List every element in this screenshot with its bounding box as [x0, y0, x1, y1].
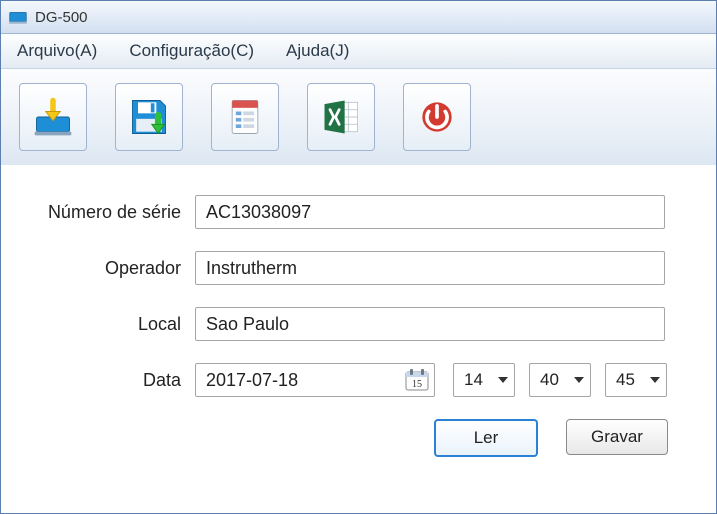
- hour-select[interactable]: 14: [453, 363, 515, 397]
- menu-arquivo[interactable]: Arquivo(A): [13, 39, 101, 63]
- menu-ajuda[interactable]: Ajuda(J): [282, 39, 353, 63]
- toolbar: [1, 69, 716, 165]
- date-input[interactable]: [195, 363, 435, 397]
- power-icon: [415, 95, 459, 139]
- second-select[interactable]: 45: [605, 363, 667, 397]
- write-button-label: Gravar: [591, 427, 643, 447]
- hour-value: 14: [464, 370, 483, 390]
- report-icon: [223, 95, 267, 139]
- chevron-down-icon: [498, 377, 508, 383]
- chevron-down-icon: [574, 377, 584, 383]
- form-area: Número de série Operador Local Data 15: [1, 165, 716, 467]
- download-button[interactable]: [19, 83, 87, 151]
- operator-label: Operador: [11, 258, 195, 279]
- second-value: 45: [616, 370, 635, 390]
- menu-bar: Arquivo(A) Configuração(C) Ajuda(J): [1, 34, 716, 69]
- operator-input[interactable]: [195, 251, 665, 285]
- row-date: Data 15 14 40 45: [11, 363, 698, 397]
- power-button[interactable]: [403, 83, 471, 151]
- write-button[interactable]: Gravar: [566, 419, 668, 455]
- date-label: Data: [11, 370, 195, 391]
- local-label: Local: [11, 314, 195, 335]
- excel-icon: [319, 95, 363, 139]
- row-operator: Operador: [11, 251, 698, 285]
- download-icon: [31, 95, 75, 139]
- serial-input[interactable]: [195, 195, 665, 229]
- minute-select[interactable]: 40: [529, 363, 591, 397]
- read-button-label: Ler: [474, 428, 499, 448]
- row-local: Local: [11, 307, 698, 341]
- row-serial: Número de série: [11, 195, 698, 229]
- chevron-down-icon: [650, 377, 660, 383]
- save-button[interactable]: [115, 83, 183, 151]
- local-input[interactable]: [195, 307, 665, 341]
- menu-configuracao[interactable]: Configuração(C): [125, 39, 258, 63]
- read-button[interactable]: Ler: [434, 419, 538, 457]
- window-title: DG-500: [35, 9, 88, 26]
- button-row: Ler Gravar: [11, 419, 698, 457]
- serial-label: Número de série: [11, 202, 195, 223]
- report-button[interactable]: [211, 83, 279, 151]
- excel-button[interactable]: [307, 83, 375, 151]
- minute-value: 40: [540, 370, 559, 390]
- save-icon: [127, 95, 171, 139]
- title-bar: DG-500: [1, 1, 716, 34]
- app-icon: [9, 10, 27, 24]
